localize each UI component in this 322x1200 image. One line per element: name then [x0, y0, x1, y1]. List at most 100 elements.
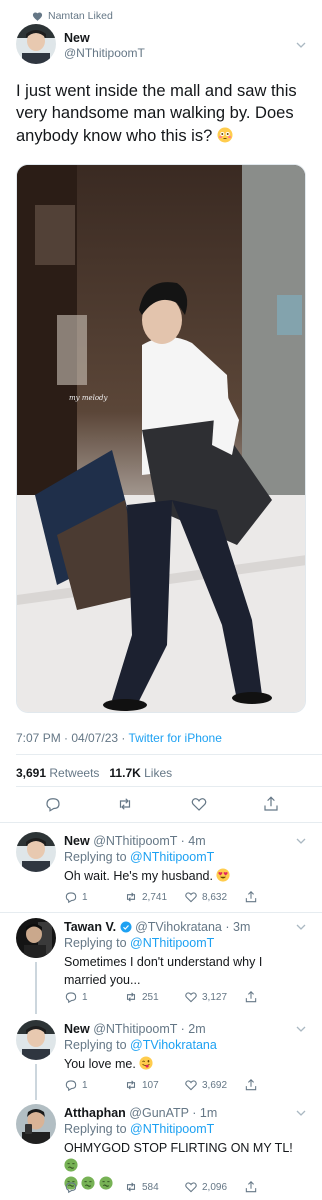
main-tweet-header: New @NThitipoomT	[16, 24, 306, 70]
reply-author-name[interactable]: New	[64, 1022, 90, 1036]
avatar[interactable]	[16, 832, 56, 872]
tweet-meta: 7:07 PM · 04/07/23 · Twitter for iPhone	[16, 731, 222, 745]
like-action[interactable]: 3,692	[184, 1078, 227, 1092]
chevron-down-icon[interactable]	[296, 42, 306, 48]
reply-action-bar: 1 107 3,692	[64, 1078, 264, 1094]
photo-watermark: my melody	[69, 394, 109, 402]
chevron-down-icon[interactable]	[296, 1026, 306, 1032]
reply-text-content: You love me.	[64, 1057, 136, 1071]
reply-author-handle[interactable]: @GunATP · 1m	[129, 1106, 217, 1120]
reply-tweet[interactable]: Atthaphan @GunATP · 1m Replying to @NThi…	[0, 1104, 322, 1198]
share-icon	[245, 891, 257, 903]
tweet-action-bar	[16, 795, 306, 819]
divider	[0, 912, 322, 913]
retweet-action[interactable]: 251	[124, 990, 159, 1004]
retweet-icon	[126, 892, 136, 902]
chevron-down-icon[interactable]	[296, 1110, 306, 1116]
avatar-image	[16, 24, 56, 64]
like-icon	[185, 1080, 197, 1091]
share-action[interactable]	[244, 1078, 258, 1092]
reply-author-handle[interactable]: @NThitipoomT · 4m	[93, 834, 205, 848]
tweet-source-link[interactable]: Twitter for iPhone	[129, 731, 222, 745]
reply-icon	[65, 892, 77, 904]
reply-action-bar: 584 2,096	[64, 1180, 264, 1196]
replying-to: Replying to @NThitipoomT	[64, 936, 214, 950]
reply-header: New @NThitipoomT · 4m	[64, 834, 206, 848]
retweet-count: 107	[142, 1079, 159, 1091]
divider	[16, 786, 322, 787]
reply-header: New @NThitipoomT · 2m	[64, 1022, 206, 1036]
divider	[0, 822, 322, 823]
reply-text: Oh wait. He's my husband.	[64, 868, 300, 886]
reply-icon	[65, 992, 77, 1004]
tweet-photo[interactable]: my melody	[16, 164, 306, 713]
avatar[interactable]	[16, 24, 56, 64]
share-icon[interactable]	[262, 795, 280, 813]
reply-author-name[interactable]: Atthaphan	[64, 1106, 126, 1120]
replying-to-handle[interactable]: @NThitipoomT	[130, 850, 214, 864]
replying-to-handle[interactable]: @TVihokratana	[130, 1038, 217, 1052]
retweets-label: Retweets	[49, 766, 100, 780]
reply-action-bar: 1 251 3,127	[64, 990, 264, 1006]
tweet-stats: 3,691 Retweets 11.7K Likes	[16, 766, 172, 780]
reply-icon[interactable]	[44, 795, 62, 813]
like-action[interactable]: 2,096	[184, 1180, 227, 1194]
retweet-icon[interactable]	[116, 795, 134, 813]
like-count: 3,127	[202, 991, 228, 1003]
avatar-image	[16, 1020, 56, 1060]
avatar[interactable]	[16, 1020, 56, 1060]
chevron-down-icon[interactable]	[296, 924, 306, 930]
liked-banner-text: Namtan Liked	[48, 10, 113, 22]
avatar[interactable]	[16, 1104, 56, 1144]
replying-to-handle[interactable]: @NThitipoomT	[130, 1122, 214, 1136]
reply-count: 1	[82, 1079, 88, 1091]
like-action[interactable]: 3,127	[184, 990, 227, 1004]
retweet-action[interactable]: 107	[124, 1078, 159, 1092]
reply-action[interactable]: 1	[64, 1078, 88, 1092]
retweet-action[interactable]: 2,741	[124, 890, 167, 904]
share-action[interactable]	[244, 990, 258, 1004]
reply-text: Sometimes I don't understand why I marri…	[64, 955, 263, 987]
tongue-wink-emoji-icon	[139, 1056, 153, 1070]
avatar[interactable]	[16, 918, 56, 958]
reply-text-content: Oh wait. He's my husband.	[64, 869, 213, 883]
tweet-text-content: I just went inside the mall and saw this…	[16, 82, 297, 145]
retweet-count: 251	[142, 991, 159, 1003]
heart-icon	[32, 12, 43, 21]
avatar-image	[16, 832, 56, 872]
reply-tweet[interactable]: New @NThitipoomT · 2m Replying to @TViho…	[0, 1020, 322, 1096]
flushed-face-emoji-icon	[217, 127, 233, 143]
reply-icon	[65, 1080, 77, 1092]
chevron-down-icon[interactable]	[296, 838, 306, 844]
reply-action[interactable]: 1	[64, 890, 88, 904]
share-icon	[245, 1079, 257, 1091]
reply-text-content: OHMYGOD STOP FLIRTING ON MY TL!	[64, 1141, 293, 1155]
reply-author-handle[interactable]: @NThitipoomT · 2m	[93, 1022, 205, 1036]
likes-stat[interactable]: 11.7K Likes	[109, 766, 172, 780]
author-handle[interactable]: @NThitipoomT	[64, 46, 145, 60]
retweets-stat[interactable]: 3,691 Retweets	[16, 766, 99, 780]
like-action[interactable]: 8,632	[184, 890, 227, 904]
replying-prefix: Replying to	[64, 1038, 131, 1052]
replying-to-handle[interactable]: @NThitipoomT	[130, 936, 214, 950]
share-action[interactable]	[244, 1180, 258, 1194]
reply-action[interactable]: 1	[64, 990, 88, 1004]
liked-banner: Namtan Liked	[32, 10, 113, 22]
nauseated-face-emoji-icon	[64, 1158, 78, 1172]
reply-tweet[interactable]: Tawan V. @TVihokratana · 3m Replying to …	[0, 918, 322, 1012]
heart-eyes-emoji-icon	[216, 868, 231, 882]
likes-label: Likes	[144, 766, 173, 780]
like-icon[interactable]	[190, 795, 208, 813]
reply-action[interactable]	[64, 1180, 78, 1194]
reply-author-handle[interactable]: @TVihokratana · 3m	[135, 920, 250, 934]
retweet-icon	[126, 1080, 136, 1090]
reply-tweet[interactable]: New @NThitipoomT · 4m Replying to @NThit…	[0, 832, 322, 910]
reply-author-name[interactable]: New	[64, 834, 90, 848]
divider	[16, 754, 322, 755]
share-action[interactable]	[244, 890, 258, 904]
retweet-action[interactable]: 584	[124, 1180, 159, 1194]
author-name[interactable]: New	[64, 31, 90, 45]
tweet-timestamp[interactable]: 7:07 PM · 04/07/23 ·	[16, 731, 129, 745]
reply-author-name[interactable]: Tawan V.	[64, 920, 116, 934]
reply-icon	[65, 1182, 77, 1194]
